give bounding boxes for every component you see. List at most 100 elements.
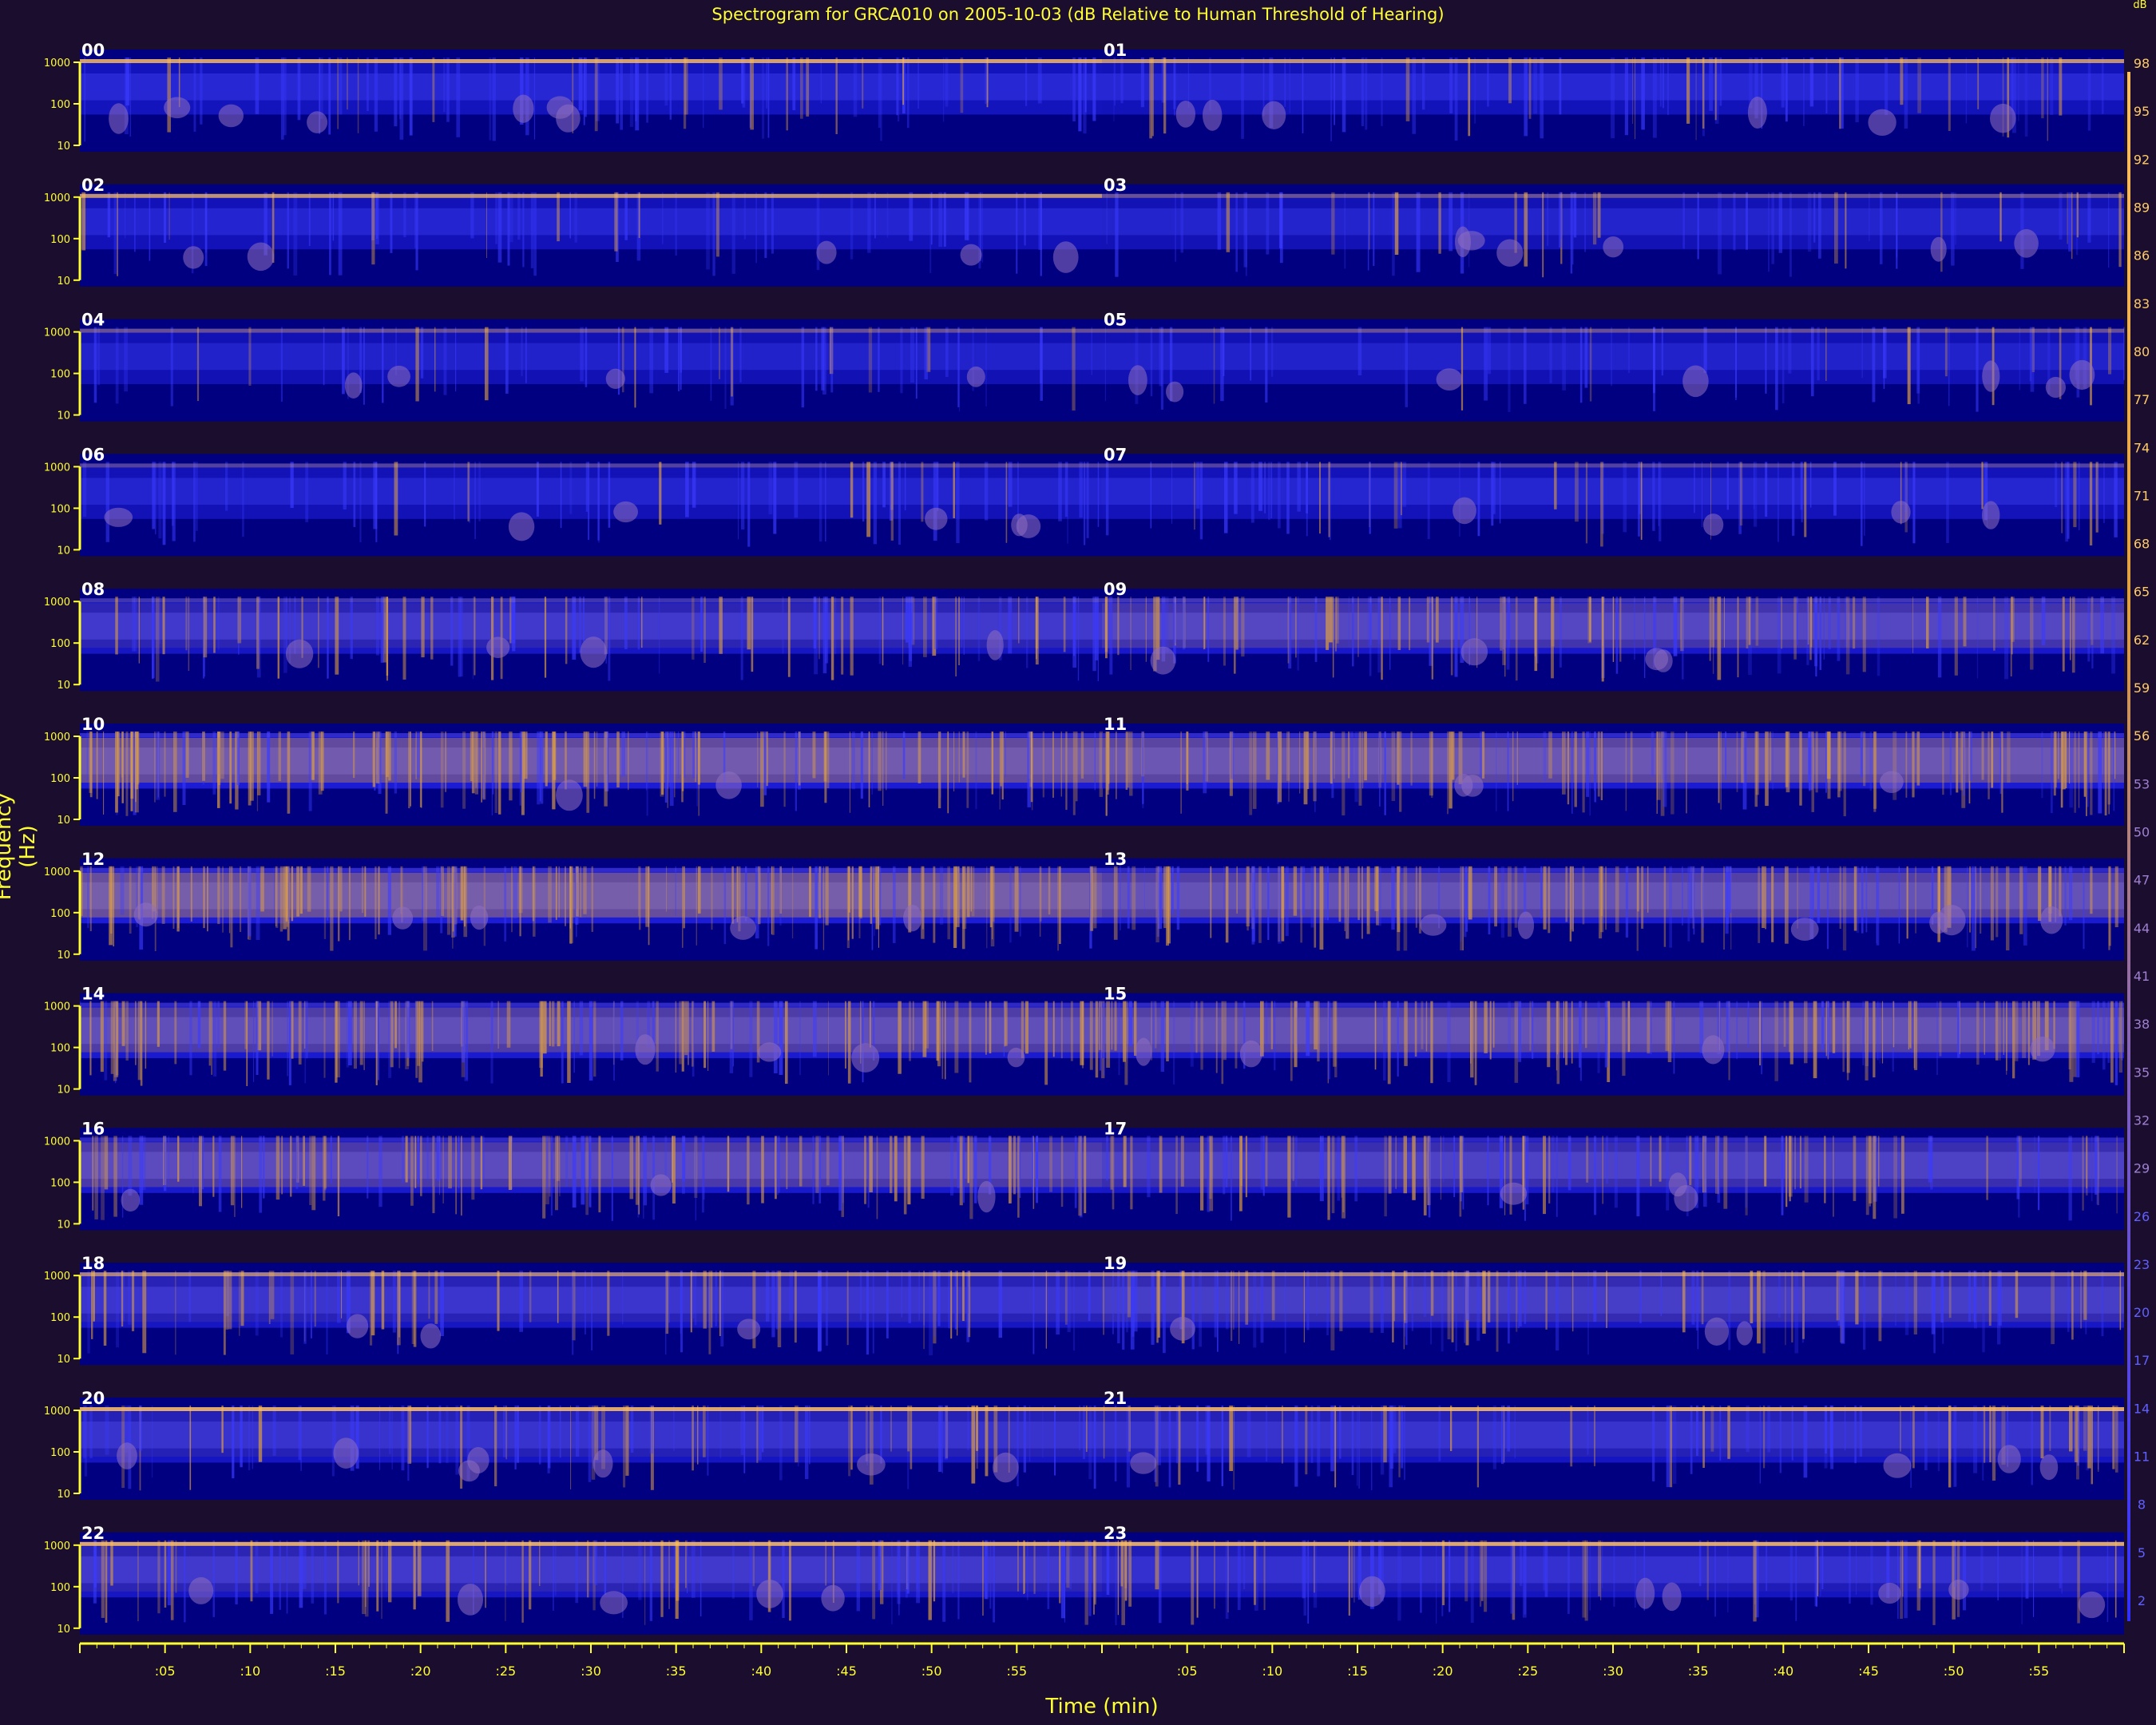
spectral-streak — [337, 1540, 339, 1604]
spectral-streak — [1556, 1136, 1558, 1217]
spectral-streak — [530, 192, 534, 268]
spectral-streak — [1837, 732, 1841, 798]
spectral-streak — [2030, 597, 2034, 670]
spectral-streak — [2096, 1136, 2099, 1205]
spectral-streak — [1209, 1136, 1214, 1211]
spectral-streak — [232, 1406, 235, 1479]
spectral-streak — [1615, 597, 1619, 674]
sound-event — [1880, 771, 1904, 793]
spectral-streak — [137, 1540, 139, 1621]
y-tick-label: 1000 — [44, 732, 70, 744]
spectral-streak — [1532, 1001, 1534, 1059]
spectral-streak — [1327, 1001, 1330, 1080]
spectral-streak — [230, 1136, 235, 1206]
hour-label: 13 — [1104, 850, 1127, 869]
spectral-streak — [1117, 1271, 1120, 1344]
spectral-streak — [1714, 58, 1719, 124]
spectral-streak — [1543, 866, 1547, 930]
spectral-streak — [1976, 1001, 1980, 1065]
spectral-streak — [1397, 866, 1401, 951]
spectral-streak — [815, 327, 818, 391]
colorbar-tick-label: 44 — [2134, 921, 2150, 936]
spectral-streak — [536, 462, 539, 517]
spectral-streak — [2025, 1540, 2029, 1599]
spectral-streak — [1777, 597, 1781, 674]
spectral-streak — [745, 866, 747, 922]
spectral-streak — [177, 1136, 180, 1182]
spectral-streak — [1331, 1136, 1335, 1214]
spectral-streak — [1064, 1271, 1068, 1325]
sound-event — [1150, 646, 1176, 675]
spectral-streak — [1409, 597, 1411, 651]
spectral-streak — [910, 1406, 913, 1469]
spectral-streak — [93, 327, 97, 403]
colorbar-tick-label: 14 — [2134, 1401, 2150, 1416]
spectral-streak — [1627, 1001, 1631, 1053]
spectral-streak — [1335, 597, 1337, 652]
spectral-streak — [1083, 1406, 1085, 1459]
spectral-streak — [2082, 1136, 2084, 1211]
spectral-streak — [630, 1406, 634, 1453]
spectral-streak — [696, 866, 697, 946]
spectral-streak — [466, 1001, 468, 1080]
spectral-streak — [692, 1001, 694, 1067]
spectral-streak — [1166, 1001, 1169, 1061]
spectral-streak — [1430, 1001, 1433, 1084]
spectral-streak — [691, 1540, 696, 1598]
spectral-streak — [1173, 1001, 1175, 1085]
spectral-streak — [480, 1136, 483, 1190]
spectral-streak — [1659, 1136, 1662, 1182]
spectral-streak — [1330, 732, 1333, 784]
spectral-streak — [1861, 866, 1864, 934]
spectral-streak — [1528, 58, 1532, 119]
spectral-streak — [1266, 732, 1270, 780]
spectral-streak — [789, 1271, 794, 1321]
spectral-streak — [398, 58, 402, 120]
colorbar-tick-label: 38 — [2134, 1017, 2150, 1032]
spectral-streak — [1841, 1271, 1845, 1344]
spectral-streak — [567, 1001, 571, 1083]
spectral-streak — [297, 58, 301, 121]
spectral-streak — [845, 1001, 846, 1069]
spectral-streak — [673, 1406, 675, 1451]
spectral-streak — [1336, 597, 1339, 644]
spectral-streak — [188, 597, 190, 672]
spectral-streak — [1512, 732, 1514, 802]
spectral-streak — [1984, 1406, 1986, 1463]
spectral-streak — [794, 462, 799, 518]
spectral-streak — [1907, 327, 1911, 405]
spectral-streak — [1357, 327, 1362, 375]
spectral-streak — [1447, 1001, 1451, 1082]
spectral-streak — [2029, 327, 2031, 382]
spectral-streak — [1753, 462, 1755, 510]
spectral-streak — [1842, 866, 1847, 951]
spectral-streak — [1377, 597, 1381, 673]
spectral-streak — [1755, 597, 1759, 646]
spectral-streak — [1099, 1001, 1102, 1071]
spectral-streak — [1709, 597, 1711, 661]
spectral-streak — [1319, 866, 1324, 950]
spectral-streak — [517, 192, 521, 240]
spectral-streak — [443, 58, 446, 113]
spectral-streak — [710, 327, 712, 401]
spectral-streak — [720, 1271, 724, 1347]
spectral-streak — [1965, 58, 1968, 124]
spectral-streak — [125, 58, 129, 106]
spectral-streak — [1728, 1271, 1731, 1350]
spectral-streak — [1105, 462, 1109, 536]
spectral-streak — [937, 1271, 941, 1326]
spectral-streak — [1036, 1136, 1038, 1204]
spectral-streak — [1155, 1406, 1159, 1487]
spectral-streak — [1464, 1271, 1465, 1343]
spectral-streak — [104, 1136, 109, 1190]
spectral-streak — [956, 462, 960, 544]
sound-event — [851, 1043, 880, 1073]
spectral-streak — [2050, 732, 2053, 814]
spectral-streak — [1037, 58, 1042, 104]
spectral-streak — [1191, 1271, 1195, 1350]
tonal-line — [1102, 463, 2124, 468]
spectral-streak — [557, 1001, 561, 1047]
spectral-streak — [706, 192, 710, 270]
spectral-streak — [1442, 1540, 1445, 1605]
spectral-streak — [114, 1001, 117, 1084]
